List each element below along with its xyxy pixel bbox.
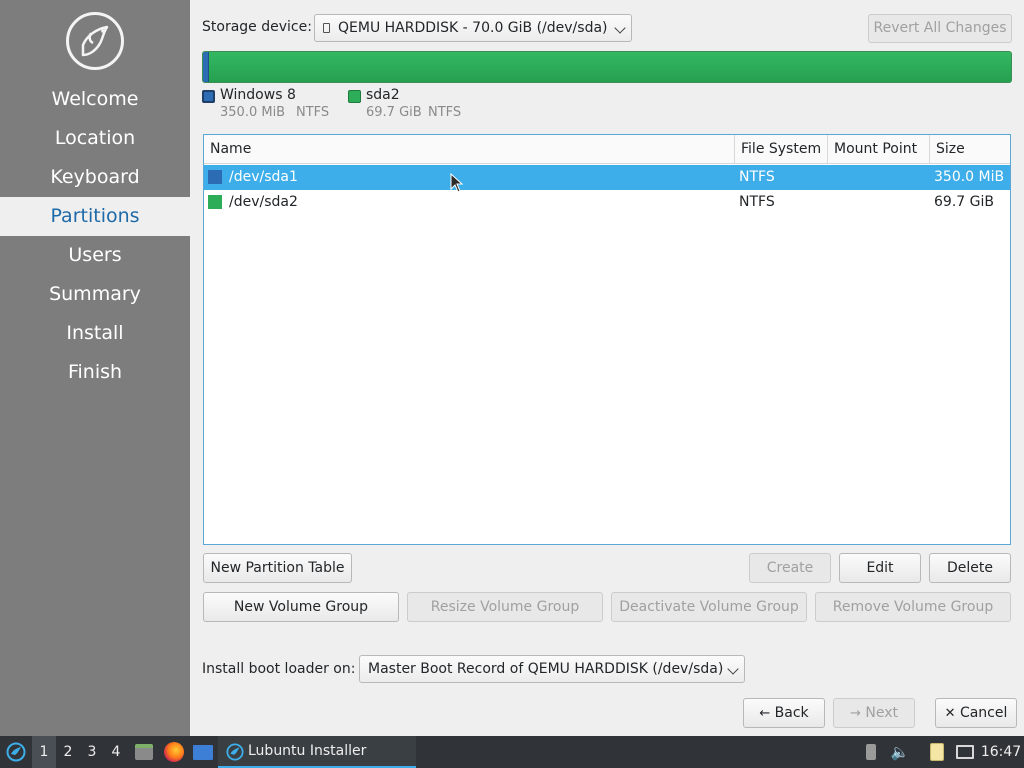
table-row[interactable]: /dev/sda1 NTFS 350.0 MiB — [204, 165, 1010, 190]
partition-size: 69.7 GiB — [934, 194, 994, 210]
partition-file-system: NTFS — [739, 169, 775, 185]
desktop-switch-2[interactable]: 2 — [56, 736, 80, 768]
column-header-size[interactable]: Size — [930, 135, 1010, 164]
storage-device-value: QEMU HARDDISK - 70.0 GiB (/dev/sda) — [338, 20, 608, 36]
delete-button[interactable]: Delete — [929, 553, 1011, 583]
cancel-button-label: Cancel — [959, 705, 1008, 721]
lubuntu-logo-icon — [66, 12, 124, 70]
chevron-down-icon — [614, 22, 626, 34]
partition-name: /dev/sda2 — [229, 194, 298, 210]
volume-tray[interactable]: 🔈 — [888, 736, 912, 768]
cancel-button[interactable]: ✕ Cancel — [935, 698, 1017, 728]
file-manager-launcher[interactable] — [132, 736, 156, 768]
sidebar-item-keyboard: Keyboard — [50, 166, 140, 188]
new-partition-table-button[interactable]: New Partition Table — [203, 553, 352, 583]
task-title: Lubuntu Installer — [248, 743, 367, 759]
desktop-switch-3[interactable]: 3 — [80, 736, 104, 768]
sidebar-item-welcome: Welcome — [51, 88, 139, 110]
legend-size-sda2: 69.7 GiB — [366, 105, 422, 120]
chevron-down-icon — [727, 663, 739, 675]
usb-drive-icon — [866, 744, 876, 760]
legend-swatch-windows8 — [202, 90, 215, 103]
file-manager-icon — [135, 744, 153, 760]
legend-name-sda2: sda2 — [366, 87, 400, 103]
firefox-icon — [164, 742, 184, 762]
lubuntu-installer-icon — [226, 743, 244, 761]
create-button[interactable]: Create — [749, 553, 831, 583]
deactivate-volume-group-button[interactable]: Deactivate Volume Group — [611, 592, 807, 622]
legend-fs-windows8: NTFS — [296, 105, 330, 120]
sidebar-item-summary: Summary — [49, 283, 141, 305]
back-button-label: Back — [774, 705, 809, 721]
column-header-name[interactable]: Name — [204, 135, 735, 164]
boot-loader-value: Master Boot Record of QEMU HARDDISK (/de… — [368, 661, 724, 677]
lubuntu-menu-icon — [6, 742, 26, 762]
remove-volume-group-button[interactable]: Remove Volume Group — [815, 592, 1011, 622]
main-menu-button[interactable] — [2, 736, 30, 768]
partition-file-system: NTFS — [739, 194, 775, 210]
legend-name-windows8: Windows 8 — [220, 87, 296, 103]
boot-loader-label: Install boot loader on: — [202, 661, 356, 677]
task-lubuntu-installer[interactable]: Lubuntu Installer — [218, 736, 416, 768]
arrow-left-icon: ← — [759, 706, 771, 721]
sidebar-item-install: Install — [66, 322, 124, 344]
sidebar-item-location: Location — [54, 127, 136, 149]
show-desktop-button[interactable] — [191, 736, 215, 768]
column-header-mount-point[interactable]: Mount Point — [828, 135, 930, 164]
partitions-page: Storage device: QEMU HARDDISK - 70.0 GiB… — [190, 0, 1024, 736]
legend-swatch-sda2 — [348, 90, 361, 103]
partition-table[interactable]: Name File System Mount Point Size /dev/s… — [203, 134, 1011, 545]
network-monitor-icon — [956, 745, 974, 759]
storage-device-select[interactable]: QEMU HARDDISK - 70.0 GiB (/dev/sda) — [314, 14, 632, 42]
revert-all-changes-button[interactable]: Revert All Changes — [868, 14, 1012, 43]
storage-device-label: Storage device: — [202, 19, 312, 35]
harddisk-icon — [323, 23, 330, 33]
boot-loader-select[interactable]: Master Boot Record of QEMU HARDDISK (/de… — [359, 655, 745, 683]
partition-color-swatch — [208, 195, 222, 209]
sidebar-item-finish: Finish — [67, 361, 123, 383]
speaker-icon: 🔈 — [890, 743, 910, 761]
sidebar-item-users: Users — [68, 244, 122, 266]
table-header: Name File System Mount Point Size — [204, 135, 1010, 164]
firefox-launcher[interactable] — [161, 736, 187, 768]
desktop-switch-1[interactable]: 1 — [32, 736, 56, 768]
legend-size-windows8: 350.0 MiB — [220, 105, 286, 120]
mouse-cursor-icon — [450, 173, 464, 193]
network-tray[interactable] — [953, 736, 977, 768]
installer-sidebar: Welcome Location Keyboard Partitions Use… — [0, 0, 190, 736]
legend-fs-sda2: NTFS — [428, 105, 462, 120]
sidebar-item-partitions: Partitions — [0, 197, 190, 236]
partition-usage-bar — [202, 51, 1012, 83]
clipboard-tray[interactable] — [926, 736, 948, 768]
new-volume-group-button[interactable]: New Volume Group — [203, 592, 399, 622]
taskbar: 1 2 3 4 Lubuntu Installer 🔈 16:47 — [0, 736, 1024, 768]
clipboard-icon — [930, 743, 944, 761]
column-header-file-system[interactable]: File System — [735, 135, 828, 164]
table-row[interactable]: /dev/sda2 NTFS 69.7 GiB — [204, 190, 1010, 215]
desktop-icon — [193, 745, 213, 760]
partition-color-swatch — [208, 170, 222, 184]
back-button[interactable]: ← Back — [743, 698, 825, 728]
clock[interactable]: 16:47 — [980, 736, 1022, 768]
removable-media-tray[interactable] — [860, 736, 882, 768]
arrow-right-icon: → — [850, 706, 861, 721]
resize-volume-group-button[interactable]: Resize Volume Group — [407, 592, 603, 622]
edit-button[interactable]: Edit — [839, 553, 921, 583]
close-icon: ✕ — [944, 706, 956, 721]
desktop-switch-4[interactable]: 4 — [104, 736, 128, 768]
partition-name: /dev/sda1 — [229, 169, 298, 185]
partition-bar-segment-sda2 — [209, 52, 1011, 82]
next-button[interactable]: → Next — [833, 698, 915, 728]
next-button-label: Next — [865, 705, 898, 721]
partition-size: 350.0 MiB — [934, 169, 1005, 185]
